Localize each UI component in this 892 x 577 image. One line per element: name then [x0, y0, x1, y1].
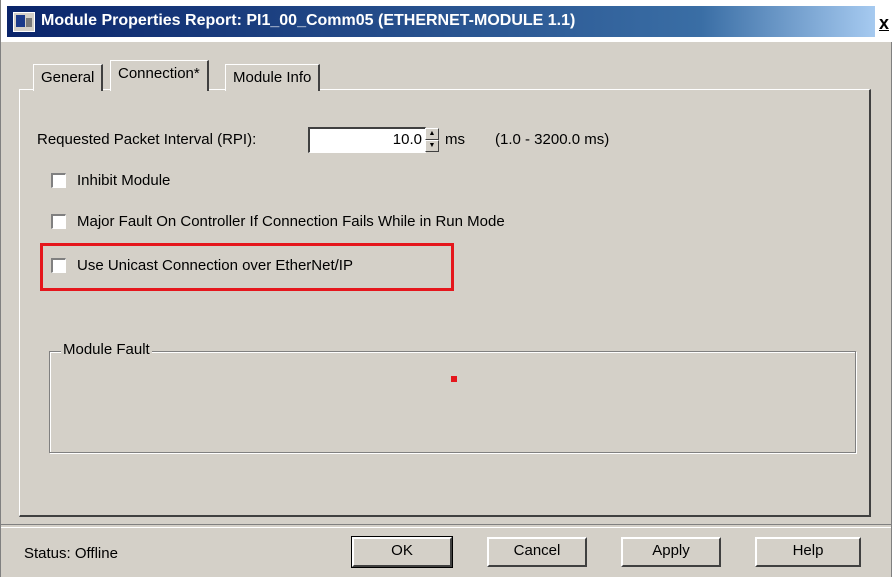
tab-connection[interactable]: Connection* — [110, 60, 209, 91]
window-title: Module Properties Report: PI1_00_Comm05 … — [41, 12, 576, 29]
inhibit-module-label: Inhibit Module — [77, 172, 171, 189]
title-bar: Module Properties Report: PI1_00_Comm05 … — [1, 0, 892, 42]
module-fault-label: Module Fault — [61, 341, 152, 358]
apply-button[interactable]: Apply — [621, 537, 721, 567]
rpi-spinner[interactable]: ▲ ▼ — [425, 127, 439, 153]
module-fault-group — [49, 351, 856, 453]
major-fault-checkbox[interactable] — [51, 214, 66, 229]
spin-up-icon[interactable]: ▲ — [425, 128, 439, 140]
module-properties-icon — [13, 12, 35, 32]
rpi-label: Requested Packet Interval (RPI): — [37, 131, 257, 148]
major-fault-label: Major Fault On Controller If Connection … — [77, 213, 505, 230]
help-button[interactable]: Help — [755, 537, 861, 567]
status-text: Status: Offline — [24, 545, 118, 562]
inhibit-module-checkbox[interactable] — [51, 173, 66, 188]
rpi-range: (1.0 - 3200.0 ms) — [495, 131, 610, 148]
cancel-button[interactable]: Cancel — [487, 537, 587, 567]
tab-module-info-label: Module Info — [233, 69, 312, 86]
fault-indicator — [451, 376, 457, 382]
tab-general-label: General — [41, 69, 95, 86]
tab-general[interactable]: General — [33, 64, 104, 91]
unicast-connection-checkbox[interactable] — [51, 258, 66, 273]
tab-module-info[interactable]: Module Info — [225, 64, 321, 91]
ok-button[interactable]: OK — [351, 536, 453, 568]
dialog-window: Module Properties Report: PI1_00_Comm05 … — [0, 0, 892, 577]
close-icon[interactable]: x — [875, 12, 892, 34]
footer-separator — [1, 524, 891, 528]
rpi-input[interactable]: 10.0 — [308, 127, 426, 153]
unicast-connection-label: Use Unicast Connection over EtherNet/IP — [77, 257, 353, 274]
tab-connection-label: Connection* — [118, 65, 200, 82]
spin-down-icon[interactable]: ▼ — [425, 140, 439, 152]
rpi-unit: ms — [445, 131, 465, 148]
